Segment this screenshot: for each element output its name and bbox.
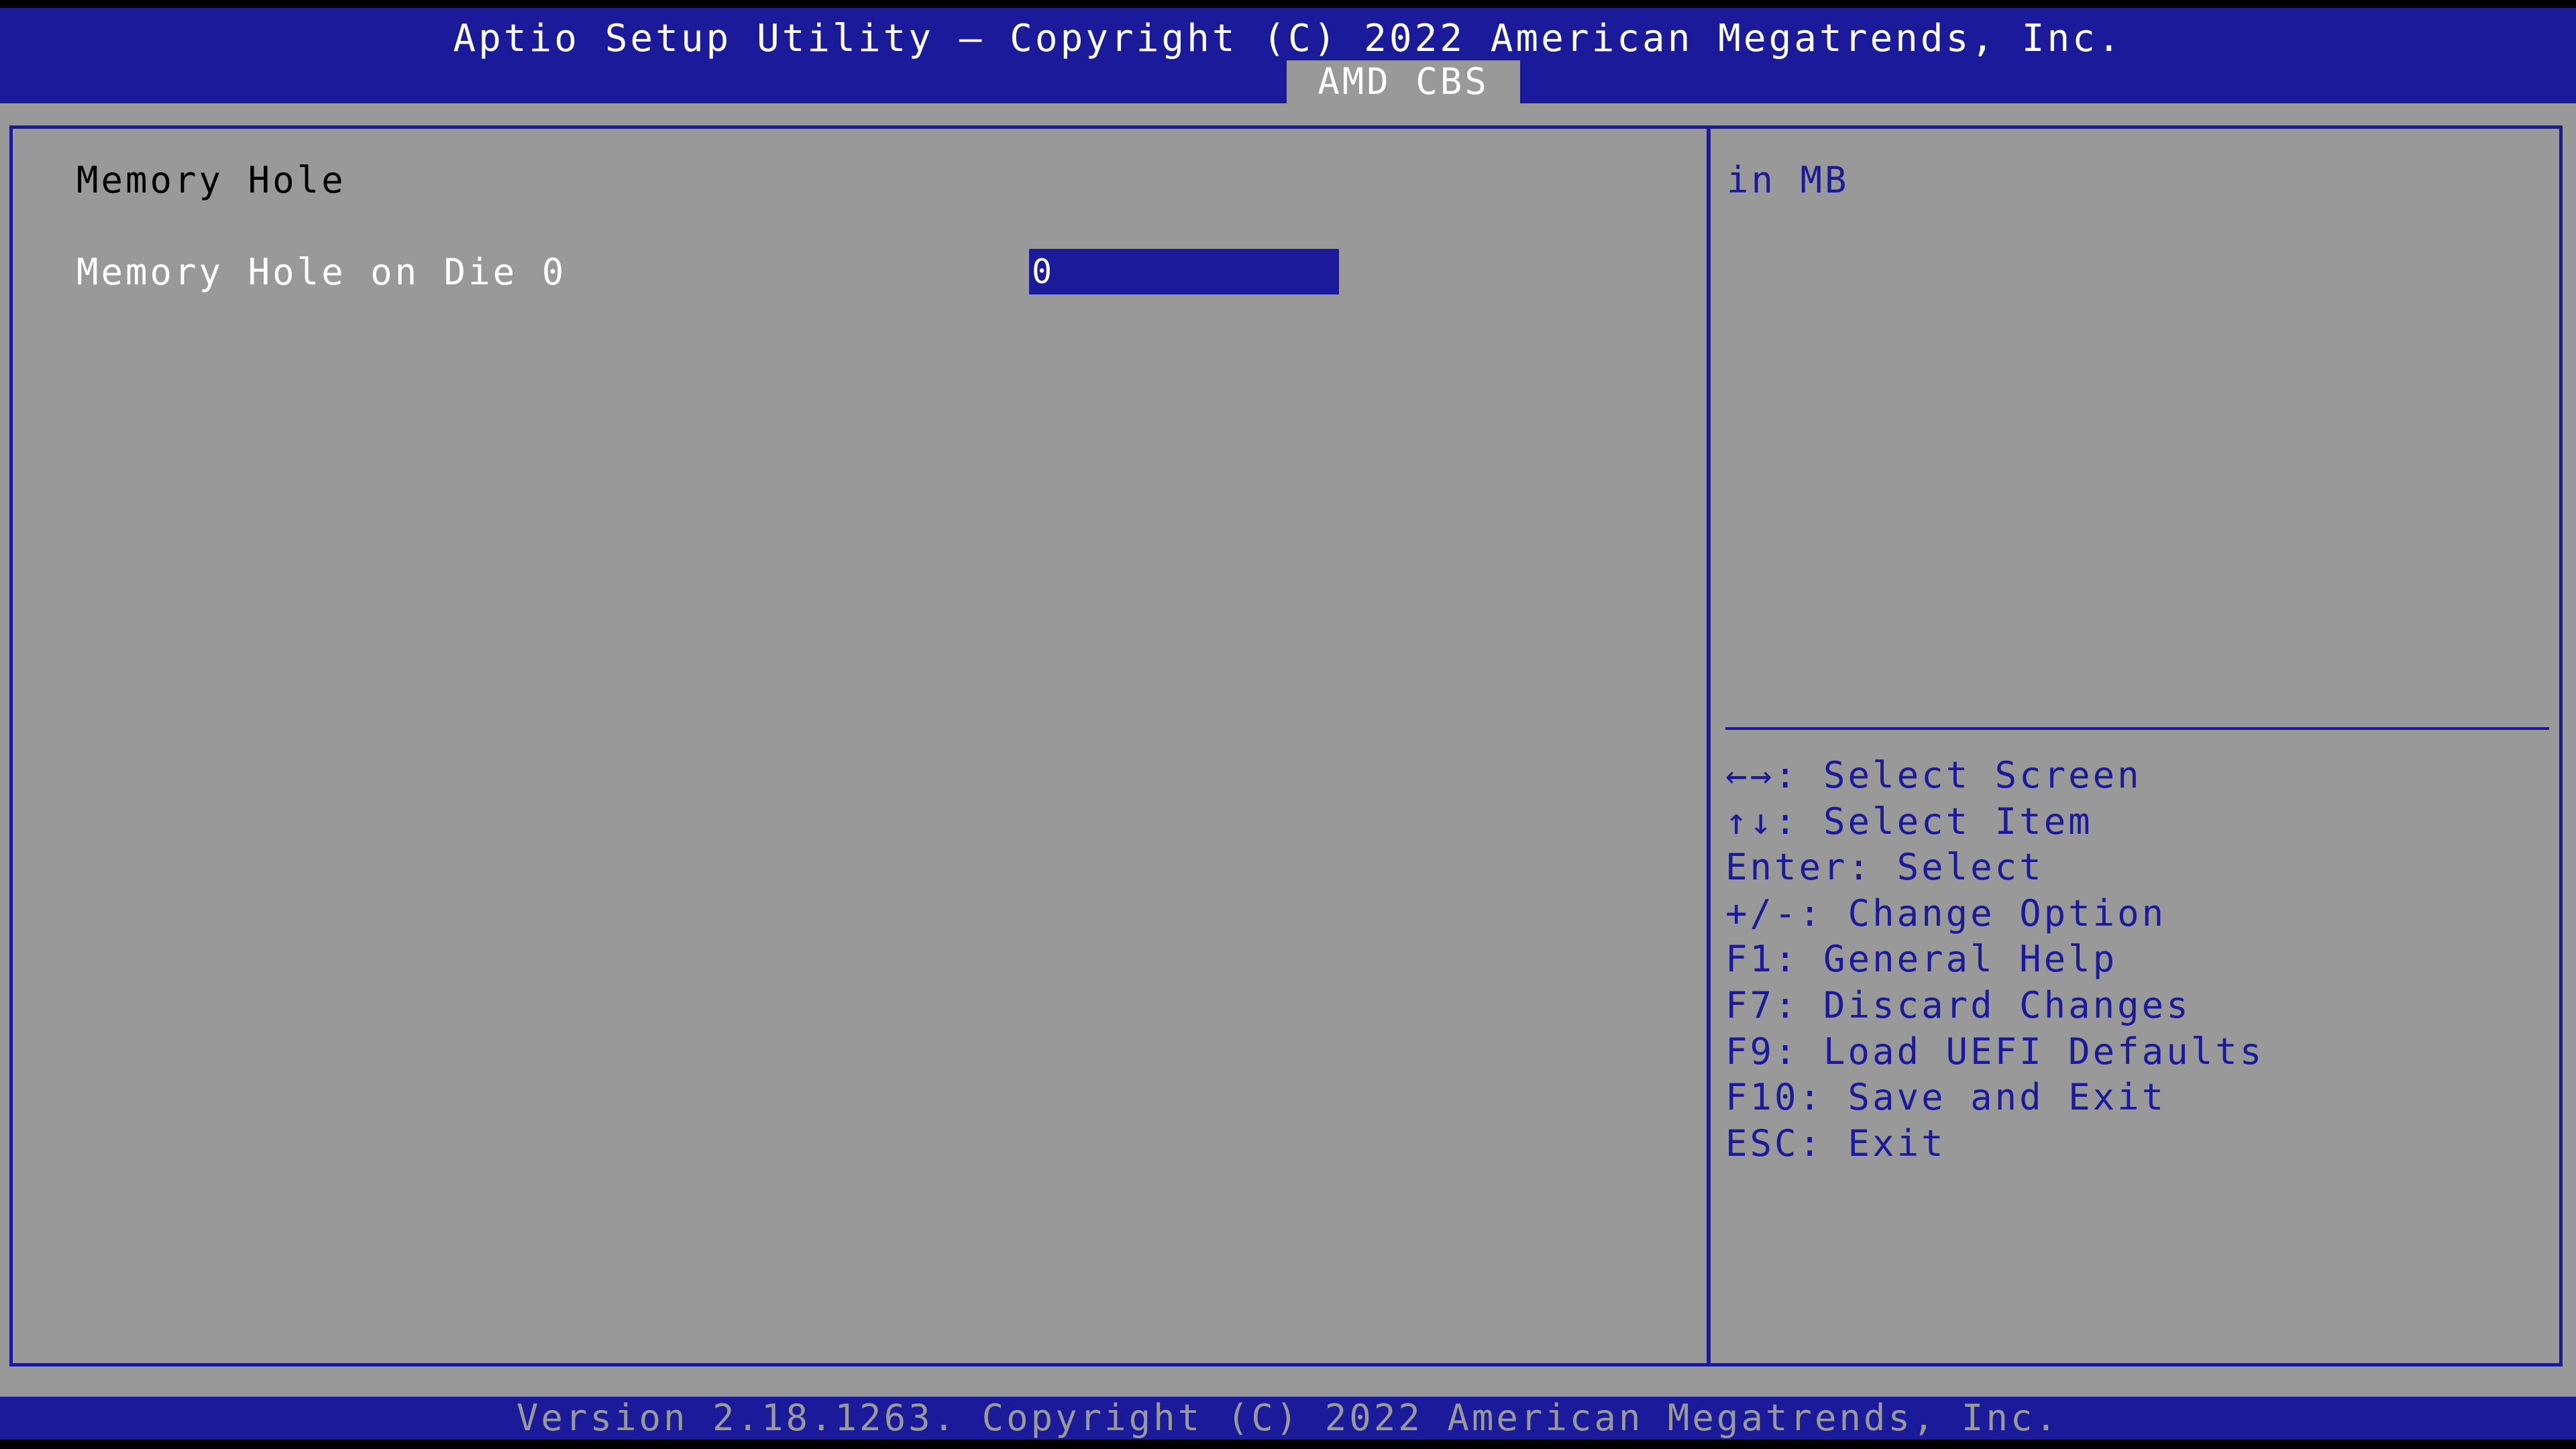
setting-value-memory-hole-die-0[interactable]: 0 — [1029, 249, 1339, 294]
tab-amd-cbs[interactable]: AMD CBS — [1287, 60, 1520, 103]
key-legend-item: ←→: Select Screen — [1725, 754, 2142, 796]
main-panel-frame — [9, 125, 2563, 1366]
section-title: Memory Hole — [76, 159, 346, 201]
key-legend-item: F7: Discard Changes — [1725, 983, 2191, 1026]
footer-version-text: Version 2.18.1263. Copyright (C) 2022 Am… — [516, 1397, 2060, 1439]
help-divider — [1725, 727, 2549, 730]
header-title: Aptio Setup Utility – Copyright (C) 2022… — [453, 17, 2123, 60]
key-legend-item: +/-: Change Option — [1725, 892, 2167, 934]
header-bar: Aptio Setup Utility – Copyright (C) 2022… — [0, 8, 2576, 103]
panel-divider-vertical — [1707, 125, 1711, 1366]
footer-bar: Version 2.18.1263. Copyright (C) 2022 Am… — [0, 1397, 2576, 1440]
help-description: in MB — [1727, 159, 1849, 201]
key-legend-item: ESC: Exit — [1725, 1122, 1946, 1165]
key-legend-item: F1: General Help — [1725, 938, 2118, 981]
key-legend: ←→: Select Screen ↑↓: Select Item Enter:… — [1725, 753, 2264, 1167]
key-legend-item: ↑↓: Select Item — [1725, 800, 2093, 843]
setting-label-memory-hole-die-0[interactable]: Memory Hole on Die 0 — [76, 249, 566, 296]
key-legend-item: F10: Save and Exit — [1725, 1076, 2167, 1119]
bios-screen: Aptio Setup Utility – Copyright (C) 2022… — [0, 8, 2576, 1440]
key-legend-item: F9: Load UEFI Defaults — [1725, 1030, 2265, 1073]
key-legend-item: Enter: Select — [1725, 846, 2044, 889]
